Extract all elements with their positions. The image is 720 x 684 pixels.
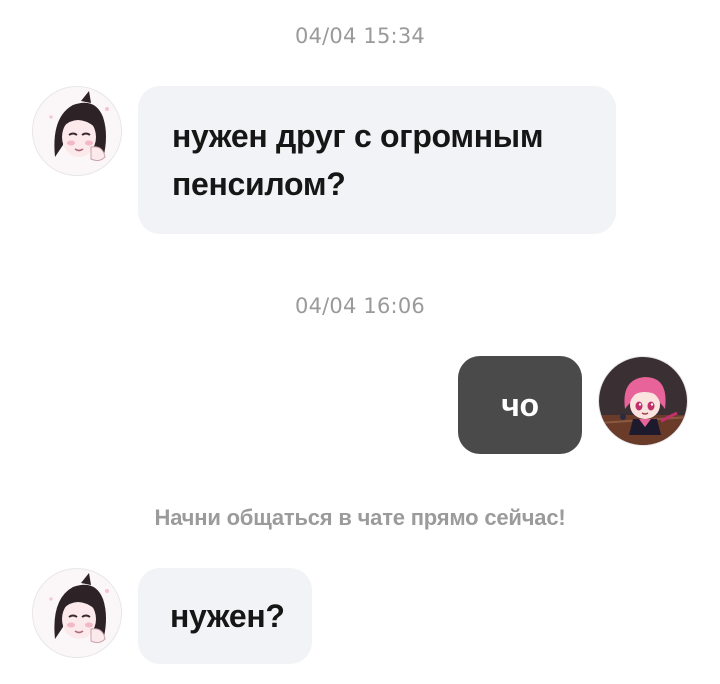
message-timestamp: 04/04 16:06 [295,294,425,318]
my-avatar-icon[interactable] [598,356,688,446]
incoming-message-bubble[interactable]: нужен? [138,568,312,664]
chat-hint-text: Начни общаться в чате прямо сейчас! [154,505,566,530]
incoming-message-bubble[interactable]: нужен друг с огромным пенсилом? [138,86,616,234]
message-timestamp: 04/04 15:34 [295,24,425,48]
other-user-avatar-icon[interactable] [32,86,122,176]
outgoing-message-bubble[interactable]: чо [458,356,582,454]
other-user-avatar-icon[interactable] [32,568,122,658]
